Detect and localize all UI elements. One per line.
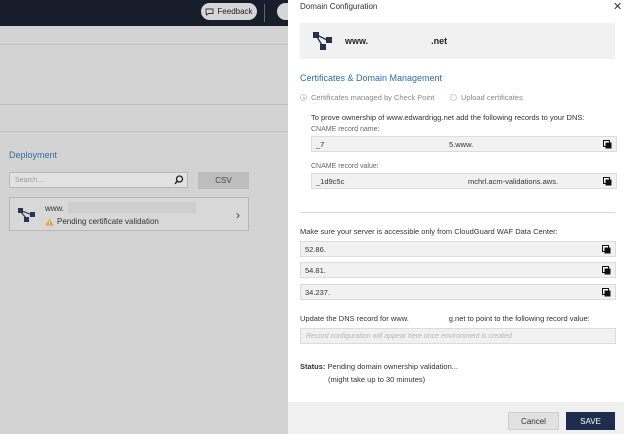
feedback-icon (205, 8, 214, 16)
radio-button[interactable] (300, 94, 307, 101)
update-text-start: Update the DNS record for www. (300, 314, 409, 323)
deployment-name: www. (45, 204, 65, 213)
radio-button[interactable] (450, 94, 457, 101)
search-icon[interactable] (174, 175, 184, 185)
copy-icon[interactable] (602, 288, 611, 297)
ip-value: 52.86. (305, 244, 326, 254)
radio-managed[interactable]: Certificates managed by Check Point (300, 93, 434, 102)
ip-value: 34.237. (305, 287, 331, 297)
cname-value-field[interactable]: _1d9c5c mchrl.acm-validations.aws. (311, 173, 617, 189)
ip-value: 54.81. (305, 265, 326, 275)
domain-configuration-dialog: Domain Configuration ✕ www. .net Certific… (288, 0, 624, 434)
record-placeholder: Record configuration will appear here on… (306, 332, 512, 340)
update-dns-instructions: Update the DNS record for www. g.net to p… (300, 314, 590, 324)
cname-name-value-end: 5.www. (449, 139, 474, 149)
deployment-status-text: Pending certificate validation (57, 217, 159, 226)
update-text-end: g.net to point to the following record v… (448, 314, 590, 323)
dialog-title: Domain Configuration (300, 2, 378, 11)
cname-value-label: CNAME record value: (311, 163, 379, 170)
cname-name-value-start: _7 (316, 139, 325, 149)
redaction (68, 202, 196, 213)
copy-icon[interactable] (602, 245, 611, 254)
warning-icon (45, 218, 54, 226)
section-title: Certificates & Domain Management (300, 73, 443, 83)
deployment-card[interactable]: www. Pending certificate validation › (9, 197, 249, 231)
ownership-instructions: To prove ownership of www.edwardrigg.net… (311, 113, 585, 122)
record-value-field[interactable]: Record configuration will appear here on… (300, 328, 616, 344)
radio-upload-label: Upload certificates (461, 93, 523, 102)
domain-suffix: .net (431, 36, 448, 46)
cname-value-start: _1d9c5c (316, 176, 345, 186)
divider (300, 212, 615, 213)
cancel-button[interactable]: Cancel (508, 412, 559, 430)
cname-name-field[interactable]: _7 5.www. (311, 136, 617, 152)
domain-header: www. .net (300, 23, 615, 59)
feedback-label: Feedback (217, 7, 253, 16)
deployment-icon (18, 208, 35, 222)
radio-upload[interactable]: Upload certificates (450, 93, 523, 102)
deployment-icon (313, 32, 332, 50)
status-value: Pending domain ownership validation... (327, 362, 459, 371)
csv-button[interactable]: CSV (198, 172, 249, 189)
dialog-footer: Cancel SAVE (288, 402, 624, 434)
ip-field[interactable]: 34.237. (300, 284, 616, 300)
divider (0, 104, 290, 105)
search-placeholder: Search... (15, 176, 44, 184)
deployment-status: Pending certificate validation (45, 217, 159, 226)
status-label: Status: (300, 362, 326, 371)
save-button[interactable]: SAVE (566, 412, 615, 430)
topbar-divider (264, 4, 265, 22)
redaction (408, 314, 449, 324)
ip-field[interactable]: 54.81. (300, 262, 616, 278)
chevron-right-icon[interactable]: › (236, 208, 240, 222)
cname-name-label: CNAME record name: (311, 126, 380, 133)
status-note: (might take up to 30 minutes) (328, 375, 426, 384)
accessible-instructions: Make sure your server is accessible only… (300, 227, 558, 236)
domain-name: www. .net (345, 36, 447, 46)
status-block: Status: Pending domain ownership validat… (300, 360, 458, 386)
copy-icon[interactable] (602, 266, 611, 275)
ip-field[interactable]: 52.86. (300, 241, 616, 257)
divider (0, 44, 290, 45)
domain-prefix: www. (345, 36, 369, 46)
close-icon[interactable]: ✕ (613, 0, 622, 13)
feedback-button[interactable]: Feedback (201, 3, 257, 20)
divider (0, 131, 290, 132)
search-input[interactable]: Search... (9, 172, 188, 188)
cname-value-end: mchrl.acm-validations.aws. (468, 176, 559, 186)
copy-icon[interactable] (603, 140, 612, 149)
radio-managed-label: Certificates managed by Check Point (311, 93, 435, 102)
copy-icon[interactable] (603, 177, 612, 186)
deployment-title: Deployment (9, 150, 58, 160)
